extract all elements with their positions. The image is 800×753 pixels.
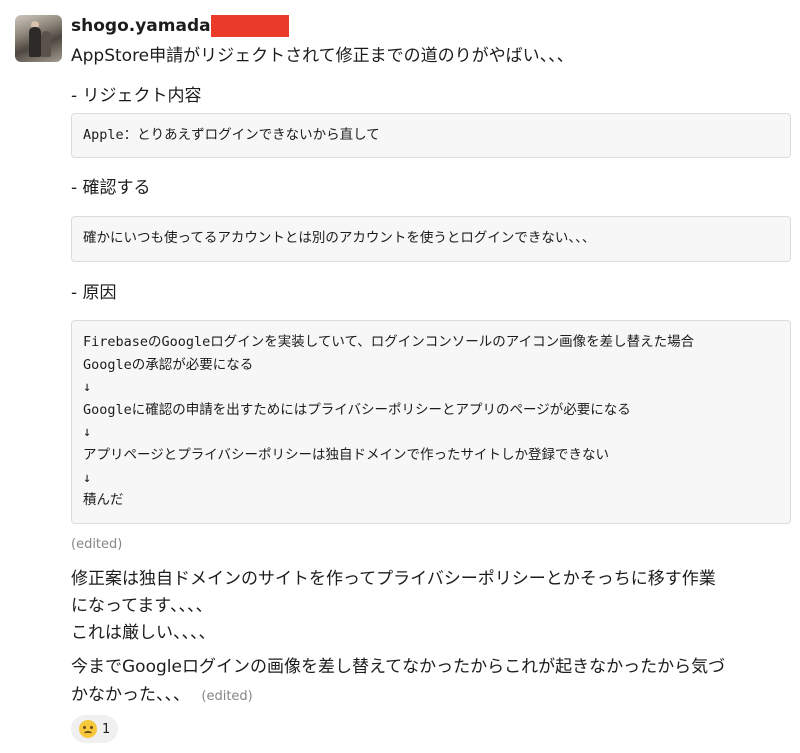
reaction-pill[interactable]: 1	[71, 715, 119, 743]
code-line: ↓	[83, 379, 92, 396]
code-line: ↓	[83, 469, 92, 486]
username[interactable]: shogo.yamada	[71, 16, 211, 36]
followup-line: になってます、、、、	[71, 596, 213, 616]
edited-label: (edited)	[201, 689, 253, 704]
followup-line: かなかった、、、	[71, 685, 190, 705]
code-line: ↓	[83, 424, 92, 441]
sweat-smile-face-icon	[79, 720, 97, 738]
message-intro: AppStore申請がリジェクトされて修正までの道のりがやばい、、、	[71, 46, 574, 66]
message-header: shogo.yamada	[71, 14, 289, 38]
code-line: 確かにいつも使ってるアカウントとは別のアカウントを使うとログインできない、、、	[83, 230, 596, 246]
code-line: アプリページとプライバシーポリシーは独自ドメインで作ったサイトしか登録できない	[83, 446, 609, 463]
section-heading-cause: - 原因	[71, 283, 117, 303]
reaction-count: 1	[102, 721, 111, 737]
code-line: Googleに確認の申請を出すためにはプライバシーポリシーとアプリのページが必要…	[83, 401, 631, 418]
followup-line: 今までGoogleログインの画像を差し替えてなかったからこれが起きなかったから気…	[71, 657, 726, 677]
avatar-photo-figure	[29, 27, 41, 57]
code-line: 積んだ	[83, 492, 124, 509]
user-avatar[interactable]	[15, 15, 62, 62]
code-block-confirm: 確かにいつも使ってるアカウントとは別のアカウントを使うとログインできない、、、	[71, 216, 791, 262]
avatar-photo-figure-2	[41, 31, 51, 57]
code-line: Googleの承認が必要になる	[83, 356, 254, 373]
section-heading-reject: - リジェクト内容	[71, 86, 202, 106]
followup-line: 修正案は独自ドメインのサイトを作ってプライバシーポリシーとかそっちに移す作業	[71, 569, 716, 589]
code-block-reject: Apple：とりあえずログインできないから直して	[71, 113, 791, 158]
code-block-cause: FirebaseのGoogleログインを実装していて、ログインコンソールのアイコ…	[71, 320, 791, 524]
code-line: Apple：とりあえずログインできないから直して	[83, 127, 380, 143]
code-line: FirebaseのGoogleログインを実装していて、ログインコンソールのアイコ…	[83, 334, 695, 350]
edited-label: (edited)	[71, 537, 123, 552]
redaction-block	[210, 15, 289, 37]
section-heading-confirm: - 確認する	[71, 178, 151, 198]
followup-last-line: かなかった、、、 (edited)	[71, 683, 253, 709]
followup-line: これは厳しい、、、、	[71, 623, 216, 643]
